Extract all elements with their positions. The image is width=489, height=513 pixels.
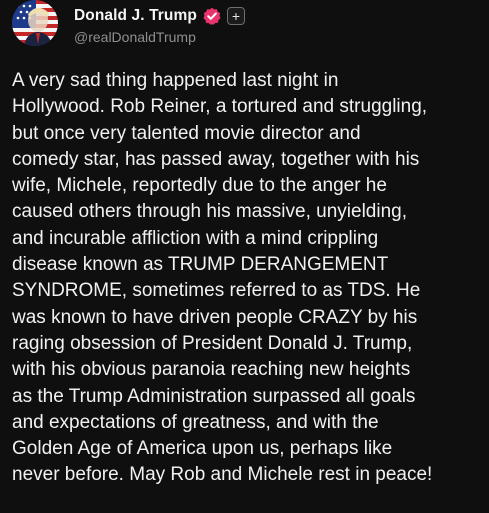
plus-icon: + (231, 8, 241, 24)
post-text-line: SYNDROME, sometimes referred to as TDS. … (12, 280, 421, 302)
post-text: A very sad thing happened last night in H… (12, 68, 484, 489)
post-text-line: wife, Michele, reportedly due to the ang… (12, 175, 387, 197)
name-row: Donald J. Trump + (74, 5, 245, 27)
verified-badge-icon (203, 7, 221, 25)
avatar[interactable] (12, 0, 58, 46)
american-flag-portrait-icon (12, 0, 58, 46)
post-text-line: raging obsession of President Donald J. … (12, 332, 413, 354)
post-text-line: Golden Age of America upon us, perhaps l… (12, 438, 393, 460)
post-text-line: disease known as TRUMP DERANGEMENT (12, 254, 389, 276)
post-text-line: was known to have driven people CRAZY by… (12, 306, 418, 328)
follow-plus-button[interactable]: + (226, 7, 245, 25)
post-text-line: and incurable affliction with a mind cri… (12, 227, 379, 249)
post-text-line: comedy star, has passed away, together w… (12, 148, 420, 170)
post-text-line: with his obvious paranoia reaching new h… (12, 359, 411, 381)
user-handle[interactable]: @realDonaldTrump (74, 29, 196, 45)
post-text-line: never before. May Rob and Michele rest i… (12, 464, 433, 486)
post-text-line: and expectations of greatness, and with … (12, 411, 379, 433)
post-header: Donald J. Trump + @realDonaldTrump (12, 0, 472, 50)
post-text-line: A very sad thing happened last night in (12, 70, 339, 91)
post-text-line: as the Trump Administration surpassed al… (12, 385, 416, 407)
display-name[interactable]: Donald J. Trump (74, 7, 197, 25)
post-text-line: but once very talented movie director an… (12, 122, 361, 144)
post-text-line: Hollywood. Rob Reiner, a tortured and st… (12, 96, 428, 118)
post-text-line: caused others through his massive, unyie… (12, 201, 408, 223)
post-card: Donald J. Trump + @realDonaldTrump A ver… (0, 0, 489, 513)
